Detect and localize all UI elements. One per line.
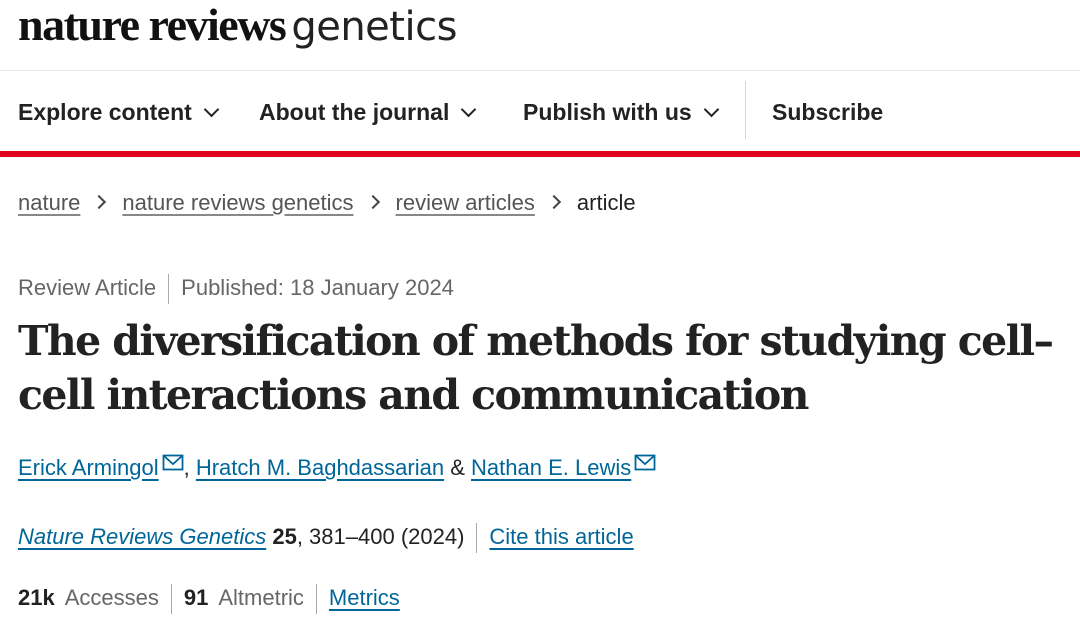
main-nav: Explore content About the journal Publis… [0,71,1080,151]
nav-subscribe[interactable]: Subscribe [772,71,883,151]
article-type: Review Article [18,274,157,300]
nav-subscribe-label: Subscribe [772,99,884,125]
author-ampersand: & [450,455,465,480]
site-header: nature reviews genetics [0,0,1080,71]
author-link-lewis[interactable]: Nathan E. Lewis [471,455,631,480]
logo-light-text: genetics [291,4,457,50]
chevron-down-icon [703,101,719,118]
author-link-baghdassarian[interactable]: Hratch M. Baghdassarian [196,455,444,480]
breadcrumb-nature[interactable]: nature [18,190,80,215]
article-meta: Review Article Published: 18 January 2024 [18,274,454,304]
altmetric-label: Altmetric [218,584,304,610]
nav-accent-bar [0,151,1080,157]
accesses-count: 21k [18,584,55,610]
breadcrumb: nature nature reviews genetics review arti… [18,190,636,216]
chevron-right-icon [92,194,107,210]
nav-explore-label: Explore content [18,99,192,125]
breadcrumb-review-articles[interactable]: review articles [396,190,535,215]
nav-divider [745,81,746,139]
journal-logo[interactable]: nature reviews genetics [18,2,457,48]
nav-publish-with-us[interactable]: Publish with us [523,71,719,151]
author-link-armingol[interactable]: Erick Armingol [18,455,159,480]
chevron-right-icon [546,194,561,210]
altmetric-count: 91 [183,584,209,610]
chevron-down-icon [203,101,220,118]
chevron-right-icon [365,194,380,210]
author-list: Erick Armingol, Hratch M. Baghdassarian … [18,452,656,481]
published-date: Published: 18 January 2024 [181,274,454,300]
envelope-icon[interactable] [162,452,184,474]
breadcrumb-nature-reviews-genetics[interactable]: nature reviews genetics [122,190,353,215]
chevron-down-icon [461,101,477,118]
breadcrumb-current: article [576,190,636,215]
citation-line: Nature Reviews Genetics 25, 381–400 (202… [18,523,634,553]
metrics-divider [170,584,172,614]
author-comma: , [183,455,190,480]
nav-publish-label: Publish with us [523,99,692,125]
nav-explore-content[interactable]: Explore content [18,71,220,151]
cite-this-article-link[interactable]: Cite this article [489,524,633,549]
journal-link[interactable]: Nature Reviews Genetics [18,524,266,549]
article-metrics: 21k Accesses 91 Altmetric Metrics [18,584,400,614]
nav-about-label: About the journal [259,99,450,125]
metrics-link[interactable]: Metrics [329,585,400,610]
pages-year: , 381–400 (2024) [296,523,465,549]
metrics-divider [315,584,317,614]
meta-divider [168,274,170,304]
citation-divider [476,523,478,553]
logo-bold-text: nature reviews [18,0,287,50]
nav-about-journal[interactable]: About the journal [259,71,477,151]
envelope-icon[interactable] [634,452,656,474]
article-title: The diversification of methods for study… [18,317,1054,419]
accesses-label: Accesses [64,584,159,610]
volume-number: 25 [272,523,297,549]
